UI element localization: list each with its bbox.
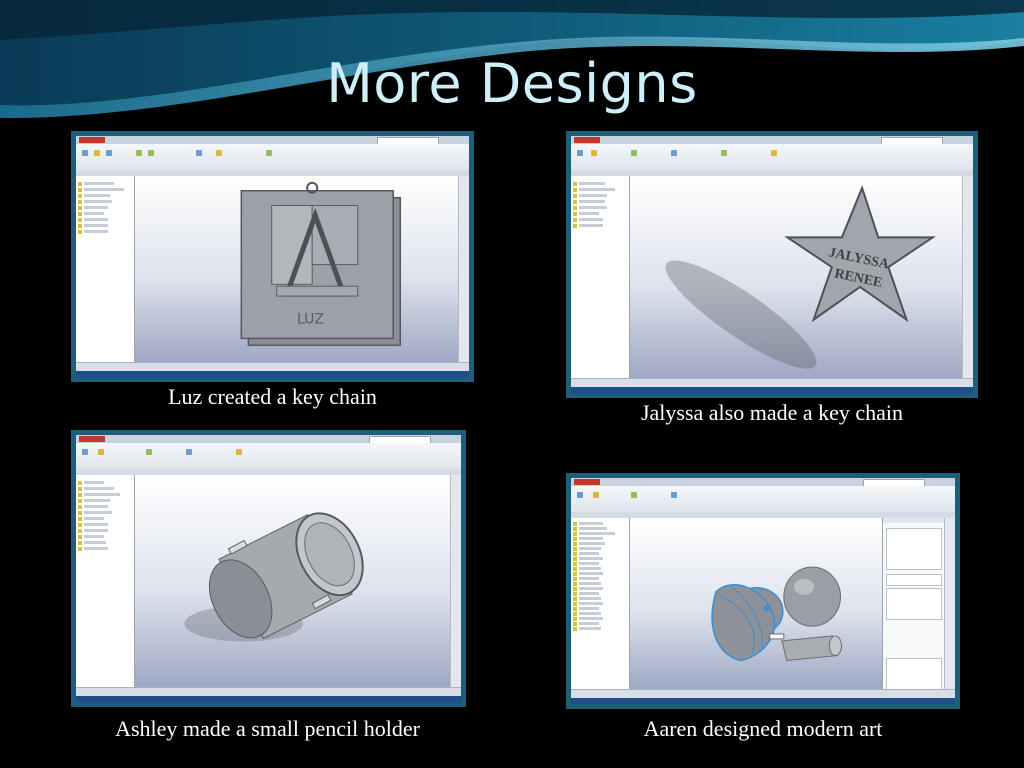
caption-luz: Luz created a key chain [168,384,377,409]
star-model: JALYSSA RENEE [665,184,936,369]
screenshot-luz-keychain: LUZ [71,131,474,382]
pencil-holder-model [184,512,364,642]
caption-aaren: Aaren designed modern art [643,716,883,741]
screenshot-aaren-modern-art [566,473,960,709]
screenshot-jalyssa-star: JALYSSA RENEE [566,131,978,398]
caption-jalyssa: Jalyssa also made a key chain [640,400,904,425]
slide-title: More Designs [326,52,698,115]
screenshot-ashley-pencil-holder [71,430,466,707]
keychain-name-text: LUZ [297,312,324,328]
modern-art-model [711,566,843,662]
caption-ashley: Ashley made a small pencil holder [115,716,420,741]
keychain-model: LUZ [240,181,402,347]
